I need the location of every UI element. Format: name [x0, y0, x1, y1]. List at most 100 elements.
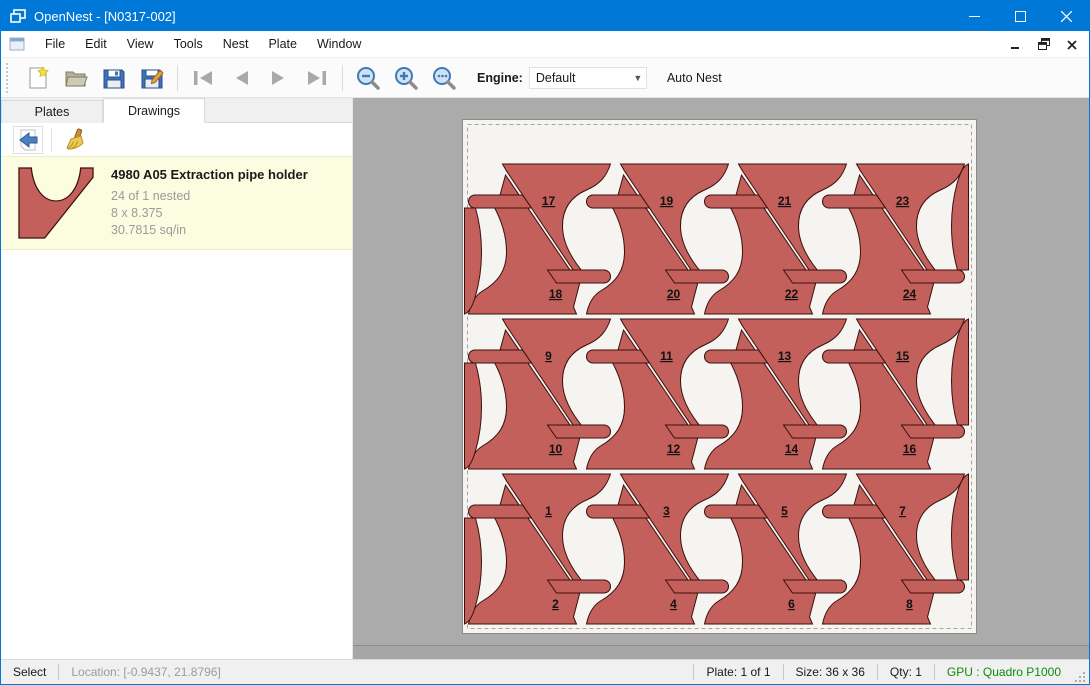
part-number-label: 3 [663, 504, 670, 518]
part-number-label: 17 [542, 194, 556, 208]
engine-combobox[interactable]: Default ▼ [529, 67, 647, 89]
nested-part-top-ear[interactable] [587, 195, 650, 208]
new-file-icon [26, 66, 50, 90]
nested-part-top-ear[interactable] [469, 350, 532, 363]
nested-part-bottom-ear[interactable] [902, 270, 965, 283]
nested-part-bottom-ear[interactable] [666, 580, 729, 593]
part-number-label: 23 [896, 194, 910, 208]
nested-part-top-ear[interactable] [823, 350, 886, 363]
nested-part-bottom-ear[interactable] [784, 425, 847, 438]
nest-canvas[interactable]: 171819202122232491011121314151612345678 [353, 98, 1089, 659]
gpu-indicator: GPU : Quadro P1000 [935, 664, 1073, 680]
clean-button[interactable] [60, 126, 90, 154]
menu-edit[interactable]: Edit [75, 33, 117, 55]
main-toolbar: Engine: Default ▼ Auto Nest [1, 58, 1089, 98]
part-number-label: 14 [785, 442, 799, 456]
tab-plates[interactable]: Plates [1, 100, 103, 123]
nested-part-bottom-ear[interactable] [902, 580, 965, 593]
broom-icon [63, 128, 87, 152]
qty-indicator: Qty: 1 [878, 664, 934, 680]
mdi-close-icon[interactable] [1065, 38, 1079, 50]
toolbar-separator [51, 128, 52, 152]
nested-part-bottom-ear[interactable] [666, 425, 729, 438]
open-folder-icon [64, 66, 88, 90]
nested-part-bottom-ear[interactable] [666, 270, 729, 283]
go-first-button[interactable] [188, 63, 218, 93]
menu-view[interactable]: View [117, 33, 164, 55]
app-icon [10, 9, 26, 23]
sidebar: Plates Drawings [1, 98, 353, 659]
zoom-fit-icon [432, 66, 456, 90]
size-indicator: Size: 36 x 36 [784, 664, 877, 680]
part-number-label: 11 [660, 349, 673, 363]
mdi-minimize-icon[interactable] [1009, 38, 1023, 50]
zoom-fit-button[interactable] [429, 63, 459, 93]
nested-part-bottom-ear[interactable] [548, 270, 611, 283]
close-button[interactable] [1043, 1, 1089, 31]
maximize-button[interactable] [997, 1, 1043, 31]
drawing-list-item[interactable]: 4980 A05 Extraction pipe holder 24 of 1 … [1, 156, 352, 250]
go-first-icon [191, 66, 215, 90]
nested-part-bottom-ear[interactable] [902, 425, 965, 438]
window-title: OpenNest - [N0317-002] [34, 9, 951, 24]
chevron-down-icon: ▼ [630, 73, 646, 83]
open-file-button[interactable] [61, 63, 91, 93]
save-as-button[interactable] [137, 63, 167, 93]
nested-part-bottom-ear[interactable] [784, 580, 847, 593]
auto-nest-button[interactable]: Auto Nest [661, 67, 728, 89]
save-icon [102, 66, 126, 90]
menu-plate[interactable]: Plate [258, 33, 307, 55]
part-thumbnail [17, 167, 95, 239]
nested-part-bottom-ear[interactable] [548, 580, 611, 593]
part-number-label: 7 [899, 504, 906, 518]
go-next-icon [267, 66, 291, 90]
new-file-button[interactable] [23, 63, 53, 93]
nested-part-top-ear[interactable] [587, 350, 650, 363]
nested-part-top-ear[interactable] [469, 505, 532, 518]
mode-indicator: Select [1, 664, 58, 680]
part-number-label: 15 [896, 349, 910, 363]
part-number-label: 2 [552, 597, 559, 611]
nested-part-top-ear[interactable] [469, 195, 532, 208]
toolbar-separator [342, 65, 343, 91]
nested-part-bottom-ear[interactable] [548, 425, 611, 438]
menu-window[interactable]: Window [307, 33, 371, 55]
go-last-button[interactable] [302, 63, 332, 93]
nested-part-bottom-ear[interactable] [784, 270, 847, 283]
zoom-out-button[interactable] [353, 63, 383, 93]
title-bar: OpenNest - [N0317-002] [1, 1, 1089, 31]
minimize-button[interactable] [951, 1, 997, 31]
go-last-icon [305, 66, 329, 90]
drawing-nested-count: 24 of 1 nested [111, 188, 308, 205]
horizontal-scrollbar[interactable] [353, 645, 1089, 659]
drawing-size: 8 x 8.375 [111, 205, 308, 222]
part-number-label: 5 [781, 504, 788, 518]
menu-tools[interactable]: Tools [164, 33, 213, 55]
go-previous-button[interactable] [226, 63, 256, 93]
nested-part-top-ear[interactable] [823, 195, 886, 208]
menu-bar: File Edit View Tools Nest Plate Window [1, 31, 1089, 58]
plate[interactable]: 171819202122232491011121314151612345678 [462, 119, 977, 634]
document-icon [9, 37, 25, 51]
back-arrow-button[interactable] [13, 126, 43, 154]
nested-part-top-ear[interactable] [587, 505, 650, 518]
menu-file[interactable]: File [35, 33, 75, 55]
zoom-in-button[interactable] [391, 63, 421, 93]
nested-part-top-ear[interactable] [705, 350, 768, 363]
drawing-title: 4980 A05 Extraction pipe holder [111, 167, 308, 182]
part-number-label: 4 [670, 597, 677, 611]
resize-grip[interactable] [1073, 670, 1087, 684]
toolbar-grip[interactable] [6, 63, 13, 93]
nested-part-top-ear[interactable] [705, 505, 768, 518]
drawing-area: 30.7815 sq/in [111, 222, 308, 239]
mdi-restore-icon[interactable] [1037, 38, 1051, 50]
nested-part-top-ear[interactable] [823, 505, 886, 518]
go-next-button[interactable] [264, 63, 294, 93]
menu-nest[interactable]: Nest [213, 33, 259, 55]
save-button[interactable] [99, 63, 129, 93]
engine-label: Engine: [477, 71, 523, 85]
nested-part-top-ear[interactable] [705, 195, 768, 208]
part-number-label: 22 [785, 287, 799, 301]
status-bar: Select Location: [-0.9437, 21.8796] Plat… [1, 659, 1089, 684]
tab-drawings[interactable]: Drawings [103, 98, 205, 123]
